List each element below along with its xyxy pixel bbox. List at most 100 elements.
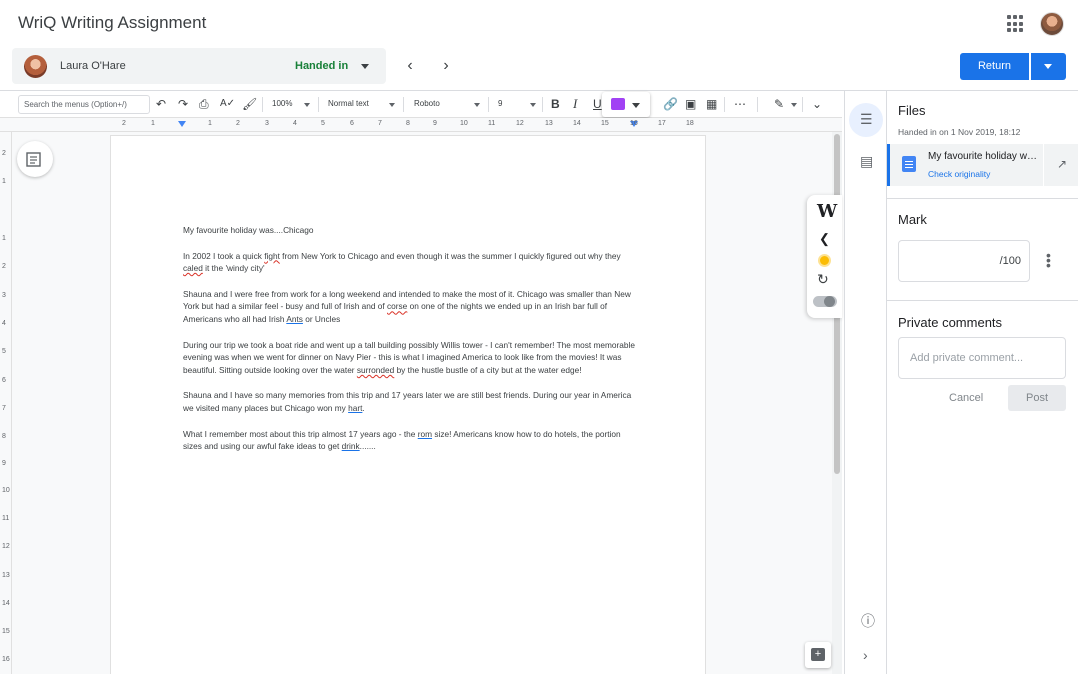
ruler-number: 15 — [601, 120, 609, 127]
ruler-number: 5 — [2, 348, 6, 355]
document-canvas: 2 1 1 2 3 4 5 6 7 8 9 10 11 12 13 14 15 … — [0, 132, 842, 674]
chevron-down-icon — [474, 103, 480, 107]
document-outline-button[interactable] — [17, 141, 53, 177]
wriq-toggle[interactable] — [813, 296, 837, 307]
private-comments-heading: Private comments — [898, 315, 1003, 330]
font-size-select[interactable]: 9 — [498, 99, 502, 108]
account-avatar[interactable] — [1040, 12, 1064, 36]
spelling-error[interactable]: fight — [264, 251, 280, 261]
check-originality-link[interactable]: Check originality — [928, 169, 990, 179]
document-page[interactable]: My favourite holiday was....Chicago In 2… — [111, 136, 705, 674]
help-button[interactable]: ⓘ — [849, 603, 883, 637]
ruler-number: 15 — [2, 628, 10, 635]
apps-grid-icon[interactable] — [1007, 15, 1025, 33]
link-icon[interactable]: 🔗 — [663, 97, 678, 111]
more-vert-icon[interactable]: • • • — [1046, 248, 1051, 272]
open-in-new-icon: ↗ — [1057, 157, 1068, 171]
vertical-ruler[interactable]: 2 1 1 2 3 4 5 6 7 8 9 10 11 12 13 14 15 … — [0, 132, 12, 674]
redo-icon[interactable]: ↷ — [178, 97, 188, 111]
files-panel-button[interactable]: ☰ — [849, 103, 883, 137]
print-icon[interactable]: ⎙ — [199, 97, 209, 111]
refresh-icon[interactable]: ↻ — [817, 271, 829, 288]
grammar-suggestion[interactable]: rom — [418, 429, 432, 439]
google-doc-icon — [902, 156, 916, 172]
chevron-down-icon — [530, 103, 536, 107]
more-icon[interactable]: ⋯ — [734, 97, 746, 111]
chevron-down-icon — [1044, 64, 1052, 69]
document-body[interactable]: My favourite holiday was....Chicago In 2… — [183, 224, 635, 466]
side-rail: ☰ ▤ ⓘ › — [844, 91, 887, 674]
chevron-left-icon[interactable]: ❮ — [819, 231, 830, 247]
spelling-error[interactable]: corse — [387, 301, 407, 311]
ruler-number: 3 — [265, 120, 269, 127]
ruler-number: 2 — [122, 120, 126, 127]
comments-panel-button[interactable]: ▤ — [849, 145, 883, 179]
student-avatar — [24, 55, 47, 78]
handed-in-timestamp: Handed in on 1 Nov 2019, 18:12 — [898, 127, 1021, 137]
chevron-down-icon — [389, 103, 395, 107]
next-student-icon[interactable]: › — [438, 58, 454, 74]
attached-file[interactable]: My favourite holiday was.... Check origi… — [887, 144, 1078, 186]
ruler-number: 12 — [2, 543, 10, 550]
expand-panel-button[interactable]: › — [849, 639, 883, 673]
spellcheck-icon[interactable]: A✓ — [220, 97, 235, 111]
panel-divider — [887, 198, 1078, 199]
ruler-number: 9 — [2, 460, 6, 467]
suggesting-mode-icon[interactable]: ✎ — [774, 97, 784, 111]
paint-format-icon[interactable]: 🖌 — [242, 97, 257, 111]
ruler-number: 1 — [151, 120, 155, 127]
toolbar-divider — [262, 97, 263, 112]
grammar-suggestion[interactable]: drink — [342, 441, 360, 451]
mark-input[interactable]: /100 — [898, 240, 1030, 282]
ruler-number: 4 — [293, 120, 297, 127]
zoom-select[interactable]: 100% — [272, 99, 292, 108]
wriq-panel: W ❮ ↻ — [807, 195, 842, 318]
highlight-color-picker[interactable] — [602, 92, 650, 117]
ruler-number: 13 — [545, 120, 553, 127]
document-heading: My favourite holiday was....Chicago — [183, 225, 314, 235]
left-indent-marker[interactable] — [178, 121, 186, 127]
grading-panel: Files Handed in on 1 Nov 2019, 18:12 My … — [887, 91, 1078, 674]
undo-icon[interactable]: ↶ — [156, 97, 166, 111]
style-select[interactable]: Normal text — [328, 99, 369, 108]
chevron-down-icon — [632, 103, 640, 108]
status-dot-icon[interactable] — [818, 254, 831, 267]
previous-student-icon[interactable]: ‹ — [402, 58, 418, 74]
add-comment-icon[interactable]: ▣ — [685, 97, 696, 111]
post-button[interactable]: Post — [1008, 385, 1066, 411]
return-options-button[interactable] — [1031, 53, 1066, 80]
grammar-suggestion[interactable]: Ants — [286, 314, 303, 324]
ruler-number: 14 — [573, 120, 581, 127]
spelling-error[interactable]: surronded — [357, 365, 394, 375]
grammar-suggestion[interactable]: hart — [348, 403, 362, 413]
private-comment-input[interactable]: Add private comment... — [898, 337, 1066, 379]
ruler-number: 1 — [2, 235, 6, 242]
document-paragraph: In 2002 I took a quick fight from New Yo… — [183, 250, 621, 274]
horizontal-ruler[interactable]: 2 1 1 2 3 4 5 6 7 8 9 10 11 12 13 14 15 … — [0, 118, 842, 132]
bold-icon[interactable]: B — [551, 97, 560, 111]
student-selector[interactable]: Laura O'Hare Handed in — [12, 48, 386, 84]
font-select[interactable]: Roboto — [414, 99, 440, 108]
underline-icon[interactable]: U — [593, 97, 602, 111]
collapse-toolbar-icon[interactable]: ⌄ — [812, 97, 822, 111]
spelling-error[interactable]: caled — [183, 263, 203, 273]
document-icon: ☰ — [860, 111, 873, 127]
toolbar-divider — [488, 97, 489, 112]
document-paragraphs: In 2002 I took a quick fight from New Yo… — [183, 250, 635, 453]
toolbar-divider — [724, 97, 725, 112]
ruler-number: 13 — [2, 572, 10, 579]
open-in-new-button[interactable]: ↗ — [1043, 144, 1078, 186]
add-comment-button[interactable]: + — [805, 642, 831, 668]
chevron-down-icon[interactable] — [361, 64, 369, 69]
ruler-number: 10 — [460, 120, 468, 127]
insert-image-icon[interactable]: ▦ — [706, 97, 717, 111]
mark-heading: Mark — [898, 212, 927, 227]
comment-icon: ▤ — [860, 153, 874, 169]
menu-search-input[interactable]: Search the menus (Option+/) — [18, 95, 150, 114]
app-title: WriQ Writing Assignment — [18, 13, 207, 32]
ruler-number: 11 — [488, 120, 496, 127]
cancel-button[interactable]: Cancel — [949, 392, 983, 404]
italic-icon[interactable]: I — [573, 97, 577, 111]
return-button[interactable]: Return — [960, 53, 1029, 80]
ruler-number: 3 — [2, 292, 6, 299]
